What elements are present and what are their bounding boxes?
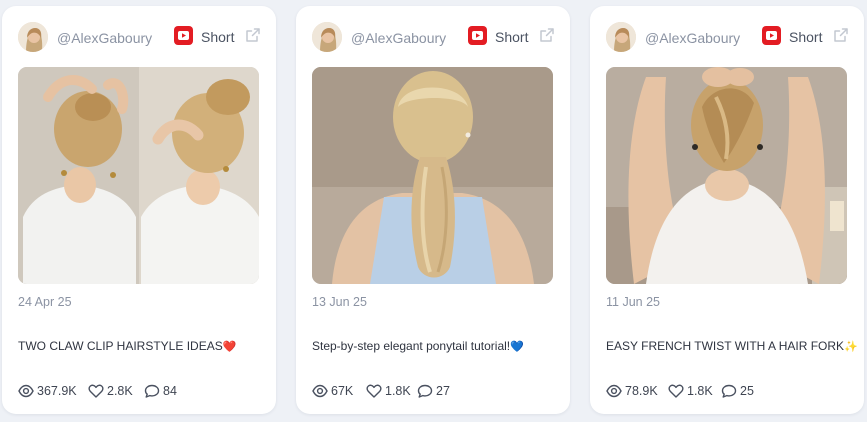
comment-icon [721, 384, 737, 398]
views-count: 78.9K [625, 384, 658, 398]
comment-icon [144, 384, 160, 398]
post-stats: 78.9K 1.8K 25 [606, 382, 854, 400]
caption-emoji: 💙 [510, 340, 524, 353]
comment-icon [417, 384, 433, 398]
external-link-icon[interactable] [244, 26, 262, 44]
caption-text: EASY FRENCH TWIST WITH A HAIR FORK [606, 339, 845, 353]
post-stats: 67K 1.8K 27 [312, 382, 560, 400]
heart-icon [88, 384, 104, 398]
video-thumbnail[interactable] [18, 67, 259, 284]
external-link-icon[interactable] [538, 26, 556, 44]
eye-icon [312, 384, 328, 398]
video-thumbnail[interactable] [606, 67, 847, 284]
likes-count: 1.8K [385, 384, 411, 398]
caption-emoji: ❤️ [222, 340, 237, 353]
comments-count: 25 [740, 384, 754, 398]
video-thumbnail[interactable] [312, 67, 553, 284]
post-date: 24 Apr 25 [18, 295, 72, 309]
avatar[interactable] [606, 22, 636, 52]
likes-count: 2.8K [107, 384, 133, 398]
post-date: 13 Jun 25 [312, 295, 367, 309]
author-handle[interactable]: @AlexGaboury [57, 30, 152, 46]
youtube-icon [762, 26, 781, 45]
youtube-icon [174, 26, 193, 45]
post-caption[interactable]: TWO CLAW CLIP HAIRSTYLE IDEAS❤️ [18, 339, 236, 353]
avatar[interactable] [18, 22, 48, 52]
heart-icon [366, 384, 382, 398]
platform-label: Short [495, 29, 529, 45]
eye-icon [606, 384, 622, 398]
author-handle[interactable]: @AlexGaboury [645, 30, 740, 46]
card-header: @AlexGaboury Short [312, 22, 556, 52]
external-link-icon[interactable] [832, 26, 850, 44]
card-header: @AlexGaboury Short [606, 22, 850, 52]
heart-icon [668, 384, 684, 398]
caption-text: TWO CLAW CLIP HAIRSTYLE IDEAS [18, 339, 223, 353]
avatar[interactable] [312, 22, 342, 52]
views-count: 67K [331, 384, 354, 398]
youtube-icon [468, 26, 487, 45]
post-caption[interactable]: EASY FRENCH TWIST WITH A HAIR FORK✨ [606, 339, 858, 353]
likes-count: 1.8K [687, 384, 713, 398]
caption-emoji: ✨ [844, 340, 858, 353]
card-header: @AlexGaboury Short [18, 22, 262, 52]
views-count: 367.9K [37, 384, 77, 398]
comments-count: 84 [163, 384, 177, 398]
post-stats: 367.9K 2.8K 84 [18, 382, 266, 400]
post-caption[interactable]: Step-by-step elegant ponytail tutorial!💙 [312, 339, 524, 353]
video-card[interactable]: @AlexGaboury Short [2, 6, 276, 414]
eye-icon [18, 384, 34, 398]
author-handle[interactable]: @AlexGaboury [351, 30, 446, 46]
caption-text: Step-by-step elegant ponytail tutorial! [312, 339, 511, 353]
comments-count: 27 [436, 384, 450, 398]
video-card[interactable]: @AlexGaboury Short [590, 6, 864, 414]
post-date: 11 Jun 25 [606, 295, 660, 309]
platform-label: Short [789, 29, 823, 45]
video-card[interactable]: @AlexGaboury Short [296, 6, 570, 414]
platform-label: Short [201, 29, 235, 45]
